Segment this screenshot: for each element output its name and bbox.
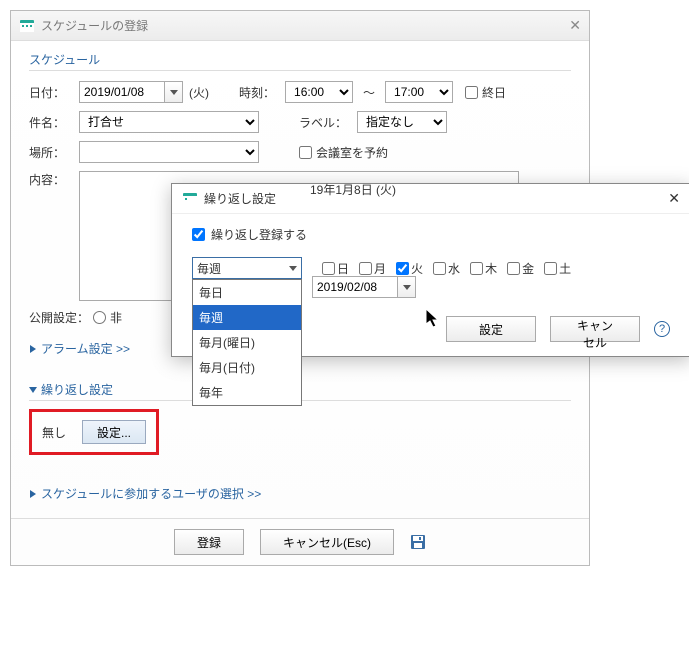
location-select[interactable] [79,141,259,163]
repeat-settings-modal: 繰り返し設定 ✕ 繰り返し登録する 毎週 毎日 毎週 毎月(曜日) [171,183,689,357]
until-date-input[interactable] [312,276,398,298]
day-thu[interactable]: 木 [470,260,497,277]
label-subject: 件名： [29,114,79,131]
frequency-dropdown-list: 毎日 毎週 毎月(曜日) 毎月(日付) 毎年 [192,279,302,406]
enable-repeat-label: 繰り返し登録する [211,226,307,243]
titlebar: スケジュールの登録 ✕ [11,11,589,41]
day-fri[interactable]: 金 [507,260,534,277]
modal-close-icon[interactable]: ✕ [668,190,680,207]
repeat-none-label: 無し [42,424,66,441]
modal-ok-button[interactable]: 設定 [446,316,536,342]
day-mon[interactable]: 月 [359,260,386,277]
schedule-register-window: スケジュールの登録 ✕ スケジュール 日付： (火) 時刻： 16:00 ～ 1… [10,10,590,566]
reserve-room-label: 会議室を予約 [316,144,388,161]
visibility-option: 非 [110,309,122,326]
chevron-right-icon [29,345,37,353]
labelfield-select[interactable]: 指定なし [357,111,447,133]
dropdown-icon [289,264,297,272]
day-tue[interactable]: 火 [396,260,423,277]
close-icon[interactable]: ✕ [569,17,581,34]
footer: 登録 キャンセル(Esc) [11,518,589,565]
repeat-start-text: 19年1月8日 (火) [310,181,670,198]
label-visibility: 公開設定： [29,309,93,326]
window-title: スケジュールの登録 [41,17,148,34]
frequency-selected: 毎週 [197,260,221,277]
label-date: 日付： [29,84,79,101]
range-separator: ～ [363,84,375,101]
enable-repeat-checkbox[interactable] [192,228,205,241]
allday-checkbox-wrap[interactable]: 終日 [465,84,506,101]
time-end-select[interactable]: 17:00 [385,81,453,103]
calendar-icon [19,18,35,34]
label-content: 内容： [29,171,79,188]
date-input[interactable] [79,81,165,103]
day-sun[interactable]: 日 [322,260,349,277]
modal-cancel-button[interactable]: キャンセル [550,316,640,342]
participants-link[interactable]: スケジュールに参加するユーザの選択 >> [29,485,571,502]
register-button[interactable]: 登録 [174,529,244,555]
help-icon[interactable]: ? [654,321,670,337]
allday-label: 終日 [482,84,506,101]
chevron-down-icon [29,386,37,394]
freq-option-monthly-weekday[interactable]: 毎月(曜日) [193,330,301,355]
freq-option-weekly[interactable]: 毎週 [193,305,301,330]
subject-select[interactable]: 打合せ [79,111,259,133]
day-sat[interactable]: 土 [544,260,571,277]
chevron-right-icon [29,490,37,498]
time-start-select[interactable]: 16:00 [285,81,353,103]
label-labelfield: ラベル： [299,114,347,131]
weekday-checkbox-row: 日 月 火 水 木 金 土 [322,260,571,277]
dropdown-icon[interactable] [165,81,183,103]
date-picker[interactable] [79,81,183,103]
dropdown-icon[interactable] [398,276,416,298]
save-icon[interactable] [410,534,426,550]
freq-option-monthly-date[interactable]: 毎月(日付) [193,355,301,380]
reserve-room-wrap[interactable]: 会議室を予約 [299,144,388,161]
section-title-schedule: スケジュール [29,51,571,71]
day-wed[interactable]: 水 [433,260,460,277]
calendar-icon [182,191,198,207]
modal-title: 繰り返し設定 [204,190,276,207]
allday-checkbox[interactable] [465,86,478,99]
visibility-radio-wrap[interactable]: 非 [93,309,122,326]
label-location: 場所： [29,144,79,161]
until-date-picker[interactable] [312,276,416,298]
repeat-box: 無し 設定... [29,409,159,455]
repeat-section-label: 繰り返し設定 [41,381,113,398]
frequency-select[interactable]: 毎週 毎日 毎週 毎月(曜日) 毎月(日付) 毎年 [192,257,302,279]
label-time: 時刻： [239,84,275,101]
enable-repeat-wrap[interactable]: 繰り返し登録する [192,226,670,243]
day-of-week: (火) [189,84,209,101]
open-repeat-settings-button[interactable]: 設定... [82,420,146,444]
freq-option-yearly[interactable]: 毎年 [193,380,301,405]
freq-option-daily[interactable]: 毎日 [193,280,301,305]
cancel-button[interactable]: キャンセル(Esc) [260,529,394,555]
reserve-room-checkbox[interactable] [299,146,312,159]
participants-link-label: スケジュールに参加するユーザの選択 >> [41,485,261,502]
alarm-settings-link-label: アラーム設定 >> [41,340,130,357]
visibility-radio[interactable] [93,311,106,324]
repeat-until-row [312,276,670,298]
